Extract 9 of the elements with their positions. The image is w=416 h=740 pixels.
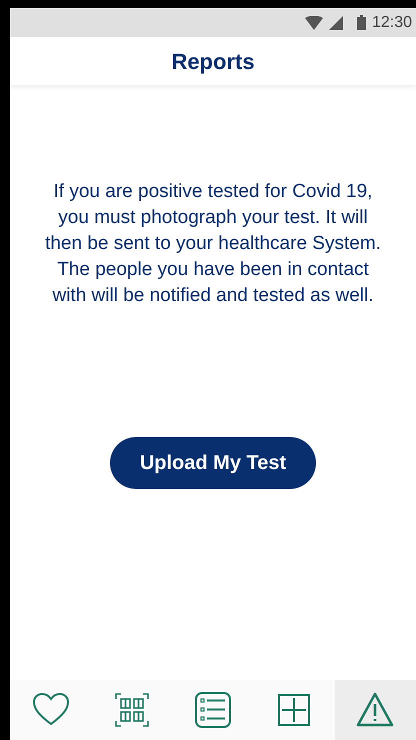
status-time: 12:30 <box>372 12 412 32</box>
instruction-text: If you are positive tested for Covid 19, you must photograph your test. It will then be sent to your healthcare System. The people you have been in contact with will be notified and tested as well. <box>44 180 382 308</box>
list-icon <box>193 690 233 730</box>
wifi-icon <box>304 16 323 30</box>
nav-tab[interactable] <box>334 680 416 740</box>
page-title: Reports <box>171 48 255 76</box>
signal-icon <box>328 16 343 30</box>
battery-icon <box>356 15 366 30</box>
upload-button[interactable]: Upload My Test <box>110 437 316 489</box>
